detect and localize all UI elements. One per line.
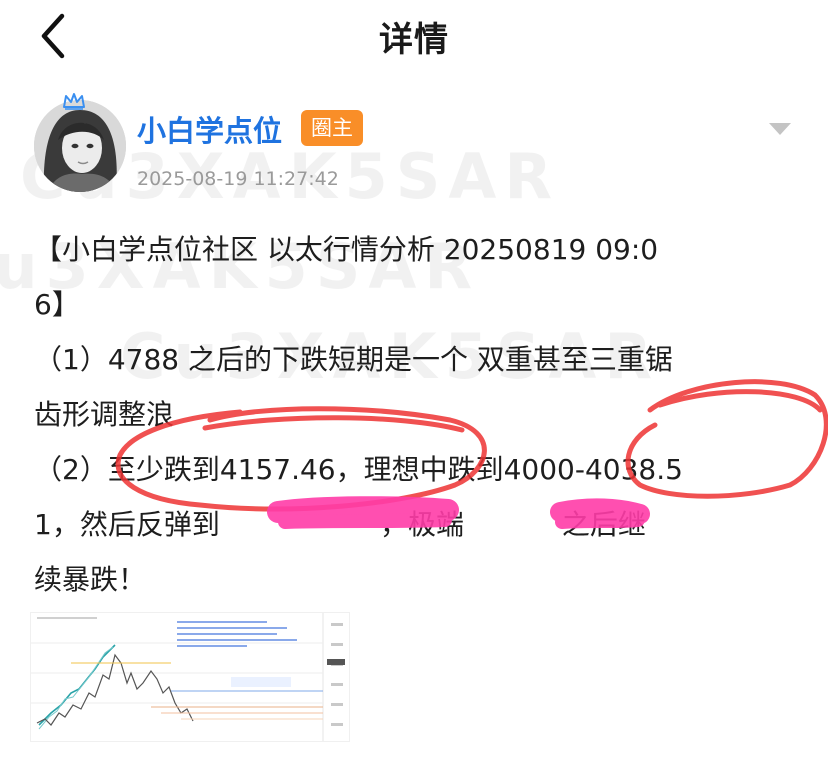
post-line: （1）4788 之后的下跌短期是一个 双重甚至三重锯: [34, 343, 673, 376]
post-line: （2）至少跌到4157.46，理想中跌到4000-4038.5: [34, 453, 683, 486]
post-line: 续暴跌！: [34, 563, 147, 596]
author-header: 小白学点位 圈主 2025-08-19 11:27:42: [0, 88, 828, 198]
chart-thumbnail: [31, 613, 349, 741]
post-line: 1，然后反弹到 ，极端 之后继: [34, 508, 646, 541]
post-timestamp: 2025-08-19 11:27:42: [137, 168, 339, 190]
chevron-down-icon[interactable]: [766, 118, 794, 138]
crown-icon: [63, 93, 85, 110]
post-line: 6】: [34, 288, 80, 321]
author-name[interactable]: 小白学点位: [137, 108, 282, 150]
chart-image-attachment[interactable]: [30, 612, 350, 742]
post-content: 【小白学点位社区 以太行情分析 20250819 09:0 6】 （1）4788…: [34, 222, 794, 607]
owner-badge: 圈主: [301, 110, 363, 146]
post-line: 【小白学点位社区 以太行情分析 20250819 09:0: [34, 233, 659, 266]
top-nav: 详情: [0, 0, 828, 72]
avatar-image: [34, 100, 126, 192]
page-title: 详情: [379, 20, 449, 60]
avatar[interactable]: [34, 93, 126, 192]
post-line: 齿形调整浪: [34, 398, 175, 431]
